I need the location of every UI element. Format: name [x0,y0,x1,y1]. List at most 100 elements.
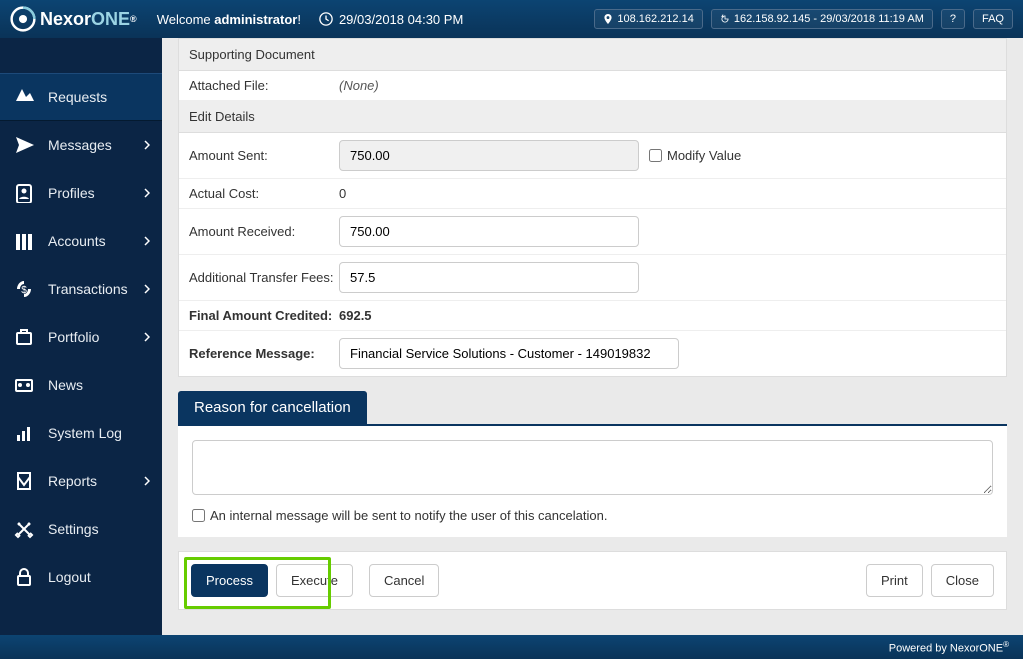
sidebar-item-portfolio[interactable]: Portfolio [0,313,162,361]
pin-icon [603,14,613,24]
sidebar-item-label: Accounts [48,233,144,249]
addl-fees-input[interactable] [339,262,639,293]
amount-sent-row: Amount Sent: Modify Value [179,133,1006,179]
final-credited-row: Final Amount Credited: 692.5 [179,301,1006,331]
chevron-right-icon [144,284,150,294]
sidebar-item-label: Transactions [48,281,144,297]
attached-file-label: Attached File: [189,78,339,93]
cancel-button[interactable]: Cancel [369,564,439,597]
amount-received-label: Amount Received: [189,224,339,239]
reports-icon [14,471,34,491]
main-content: Supporting Document Attached File: (None… [162,38,1023,635]
final-credited-label: Final Amount Credited: [189,308,339,323]
sidebar-item-accounts[interactable]: Accounts [0,217,162,265]
news-icon [14,375,34,395]
clock-icon [319,12,333,26]
sidebar-item-system-log[interactable]: System Log [0,409,162,457]
ip-history-pill[interactable]: 162.158.92.145 - 29/03/2018 11:19 AM [711,9,933,29]
portfolio-icon [14,327,34,347]
ref-message-label: Reference Message: [189,346,339,361]
sidebar: Requests Messages Profiles Accounts $ Transac… [0,38,162,635]
details-panel: Supporting Document Attached File: (None… [178,38,1007,377]
attached-file-value: (None) [339,78,996,93]
history-icon [720,14,730,24]
amount-received-input[interactable] [339,216,639,247]
process-button[interactable]: Process [191,564,268,597]
print-button[interactable]: Print [866,564,923,597]
close-button[interactable]: Close [931,564,994,597]
systemlog-icon [14,423,34,443]
header-info: 108.162.212.14 162.158.92.145 - 29/03/20… [594,9,1013,29]
datetime-value: 29/03/2018 04:30 PM [339,12,463,27]
execute-button[interactable]: Execute [276,564,353,597]
accounts-icon [14,231,34,251]
action-bar: Process Execute Cancel Print Close [178,551,1007,610]
svg-text:$: $ [21,285,27,296]
current-ip-value: 108.162.212.14 [617,13,693,25]
modify-value-checkbox[interactable] [649,149,662,162]
actual-cost-value: 0 [339,186,996,201]
amount-sent-label: Amount Sent: [189,148,339,163]
welcome-text: Welcome administrator! [157,12,301,27]
brand-logo: NexorONE® [10,6,137,32]
footer-text: Powered by NexorONE [889,643,1003,655]
sidebar-item-label: System Log [48,425,150,441]
welcome-user: administrator [214,12,297,27]
chevron-right-icon [144,332,150,342]
notify-checkbox[interactable] [192,509,205,522]
modify-value-checkbox-wrap[interactable]: Modify Value [649,148,741,163]
settings-icon [14,519,34,539]
sidebar-item-news[interactable]: News [0,361,162,409]
brand-main: Nexor [40,9,91,30]
faq-button[interactable]: FAQ [973,9,1013,29]
footer: Powered by NexorONE® [0,635,1023,659]
chevron-right-icon [144,140,150,150]
supporting-doc-header: Supporting Document [179,39,1006,71]
sidebar-item-label: Logout [48,569,150,585]
welcome-prefix: Welcome [157,12,215,27]
sidebar-item-label: Settings [48,521,150,537]
ip-history-value: 162.158.92.145 - 29/03/2018 11:19 AM [734,13,924,25]
final-credited-value: 692.5 [339,308,996,323]
actual-cost-label: Actual Cost: [189,186,339,201]
sidebar-item-logout[interactable]: Logout [0,553,162,601]
sidebar-item-reports[interactable]: Reports [0,457,162,505]
edit-details-header: Edit Details [179,101,1006,133]
amount-received-row: Amount Received: [179,209,1006,255]
attached-file-row: Attached File: (None) [179,71,1006,101]
messages-icon [14,135,34,155]
notify-checkbox-wrap[interactable]: An internal message will be sent to noti… [192,508,993,523]
logo-swirl-icon [10,6,36,32]
transactions-icon: $ [14,279,34,299]
chevron-right-icon [144,476,150,486]
current-ip-pill[interactable]: 108.162.212.14 [594,9,702,29]
amount-sent-input[interactable] [339,140,639,171]
sidebar-item-label: News [48,377,150,393]
sidebar-item-settings[interactable]: Settings [0,505,162,553]
reason-section: Reason for cancellation An internal mess… [178,391,1007,537]
help-button[interactable]: ? [941,9,965,29]
brand-accent: ONE [91,9,130,30]
profiles-icon [14,183,34,203]
ref-message-input[interactable] [339,338,679,369]
top-header: NexorONE® Welcome administrator! 29/03/2… [0,0,1023,38]
ref-message-row: Reference Message: [179,331,1006,376]
sidebar-item-label: Portfolio [48,329,144,345]
sidebar-item-label: Requests [48,89,150,105]
sidebar-item-messages[interactable]: Messages [0,121,162,169]
notify-label: An internal message will be sent to noti… [210,508,607,523]
logout-icon [14,567,34,587]
requests-icon [14,87,34,107]
footer-reg: ® [1003,640,1009,649]
sidebar-item-requests[interactable]: Requests [0,73,162,121]
sidebar-item-label: Profiles [48,185,144,201]
sidebar-item-transactions[interactable]: $ Transactions [0,265,162,313]
reason-textarea[interactable] [192,440,993,495]
addl-fees-label: Additional Transfer Fees: [189,270,339,285]
addl-fees-row: Additional Transfer Fees: [179,255,1006,301]
header-datetime: 29/03/2018 04:30 PM [319,12,463,27]
reason-body: An internal message will be sent to noti… [178,424,1007,537]
sidebar-item-profiles[interactable]: Profiles [0,169,162,217]
actual-cost-row: Actual Cost: 0 [179,179,1006,209]
reason-tab: Reason for cancellation [178,391,367,424]
